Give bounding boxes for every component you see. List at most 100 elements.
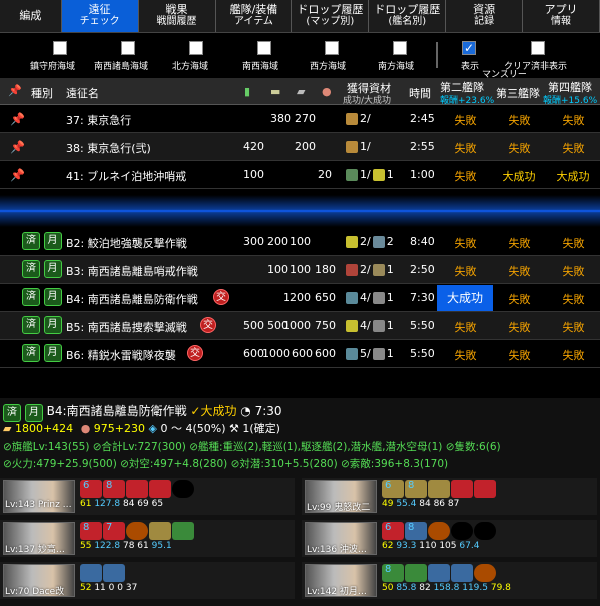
steel-value: 100 xyxy=(290,263,311,276)
equip-slots: 6 8 xyxy=(382,480,496,498)
table-row[interactable]: 済 月 B3: 南西諸島離島哨戒作戦 100 100 180 2/1 2:50 … xyxy=(0,256,600,284)
hammer-icon xyxy=(372,348,385,360)
ship-card[interactable]: Lv:137 妙高… 8 7 55 122.8 78 61 95.1 xyxy=(0,520,295,557)
filter-checkbox-nansei[interactable] xyxy=(121,41,135,55)
time-value: 2:55 xyxy=(410,140,435,153)
table-row[interactable]: 📌 41: ブルネイ泊地沖哨戒 100 20 1/1 1:00 失敗 大成功 大… xyxy=(0,161,600,189)
tab-fleet[interactable]: 編成 xyxy=(0,0,62,32)
filter-checkbox-nanpo[interactable] xyxy=(393,41,407,55)
equip-slot: 6 xyxy=(80,480,102,498)
tab-drop-map[interactable]: ドロップ履歴 (マップ別) xyxy=(292,0,370,32)
ship-card[interactable]: Lv:142 初月… 8 50 85.8 82 158.8 119.5 79.8 xyxy=(302,562,597,599)
tab-fleet-equipment[interactable]: 艦隊/装備 アイテム xyxy=(216,0,293,32)
steel-value: 270 xyxy=(295,112,316,125)
show-checkbox[interactable]: ✓ xyxy=(462,41,476,55)
table-row[interactable]: 済 月 B5: 南西諸島捜索撃滅戦 交 500 500 1000 750 4/1… xyxy=(0,312,600,340)
reward-value: 4/ xyxy=(360,319,371,332)
table-row[interactable]: 済 月 B6: 精鋭水雷戦隊夜襲 交 600 1000 600 600 5/1 … xyxy=(0,340,600,368)
bucket-icon xyxy=(346,236,358,248)
filter-label: 南西諸島海域 xyxy=(94,62,149,72)
fleet2-result: 大成功 xyxy=(437,285,493,311)
expedition-name: 37: 東京急行 xyxy=(66,114,132,127)
aa-value: 84 xyxy=(419,499,431,509)
fleet4-result: 失敗 xyxy=(562,321,585,334)
equip-slot xyxy=(126,522,148,540)
ship-level: Lv:143 Prinz … xyxy=(5,500,72,510)
tab-app-info[interactable]: アプリ 情報 xyxy=(523,0,600,32)
pin-icon[interactable]: 📌 xyxy=(10,112,25,126)
fleet2-result: 失敗 xyxy=(454,265,477,278)
firepower-value: 122.8 xyxy=(94,541,121,551)
bucket-icon xyxy=(346,169,358,181)
equip-slot xyxy=(428,480,450,498)
expedition-name: 38: 東京急行(弐) xyxy=(66,142,151,155)
table-row[interactable]: 済 月 B2: 鮫泊地強襲反撃作戦 300 200 100 2/2 8:40 失… xyxy=(0,228,600,256)
type-badge: 月 xyxy=(43,344,62,362)
filter-checkbox-chinjufu[interactable] xyxy=(53,41,67,55)
equip-slot xyxy=(474,522,496,540)
compass-icon: ◈ xyxy=(148,422,157,435)
steel-value: 200 xyxy=(295,140,316,153)
equip-slot: 6 xyxy=(382,522,404,540)
asw-value: 158.8 xyxy=(433,583,460,593)
bauxite-icon: ● xyxy=(322,85,332,98)
pin-icon: 📌 xyxy=(8,84,22,97)
section-separator xyxy=(0,195,600,227)
filter-label: 鎮守府海域 xyxy=(30,62,76,72)
tab-battle-history[interactable]: 戦果 戦闘履歴 xyxy=(139,0,216,32)
divider xyxy=(436,42,438,68)
pin-icon[interactable]: 📌 xyxy=(10,168,25,182)
filter-label: 南方海域 xyxy=(378,62,415,72)
compass-icon xyxy=(346,292,358,304)
equip-slot xyxy=(451,480,473,498)
equip-slot xyxy=(474,564,496,582)
time-value: 8:40 xyxy=(410,235,435,248)
col-name: 遠征名 xyxy=(66,87,99,100)
reward2-value: 1 xyxy=(386,168,394,181)
tab-expedition-check[interactable]: 遠征 チェック xyxy=(61,0,139,32)
reward2-value: 1 xyxy=(386,319,394,332)
ship-card[interactable]: Lv:143 Prinz … 6 8 61 127.8 84 69 65 xyxy=(0,478,295,515)
ship-card[interactable]: Lv:99 鬼怒改二 6 8 49 55.4 84 86 87 xyxy=(302,478,597,515)
table-row[interactable]: 📌 38: 東京急行(弐) 420 200 1/ 2:55 失敗 失敗 失敗 xyxy=(0,133,600,161)
filter-checkbox-hoppo[interactable] xyxy=(189,41,203,55)
equip-slot xyxy=(149,480,171,498)
reward-value: 2/ xyxy=(360,112,371,125)
equip-slot: 8 xyxy=(405,480,427,498)
box-icon xyxy=(346,141,358,153)
bauxite-value: 650 xyxy=(315,291,336,304)
box-icon xyxy=(346,113,358,125)
done-badge: 済 xyxy=(22,260,40,278)
equip-slots: 8 xyxy=(382,564,496,582)
tab-drop-ship[interactable]: ドロップ履歴 (艦名別) xyxy=(369,0,447,32)
hammer-icon xyxy=(372,320,385,332)
fleet4-result: 大成功 xyxy=(556,170,590,183)
expedition-name: B2: 鮫泊地強襲反撃作戦 xyxy=(66,237,187,250)
asw-value: 69 xyxy=(137,499,149,509)
equip-slot: 8 xyxy=(405,522,427,540)
pin-icon[interactable]: 📌 xyxy=(10,140,25,154)
clear-hide-checkbox[interactable] xyxy=(531,41,545,55)
equip-slot xyxy=(103,564,125,582)
clear-hide-label: クリア済非表示 xyxy=(504,62,568,72)
ship-card[interactable]: Lv:70 Dace改 52 11 0 0 37 xyxy=(0,562,295,599)
detail-bauxite: 975+230 xyxy=(93,422,146,435)
box-icon xyxy=(372,264,385,276)
fleet3-result: 失敗 xyxy=(508,293,531,306)
exchange-badge: 交 xyxy=(200,317,216,333)
filter-checkbox-nanseikai[interactable] xyxy=(257,41,271,55)
aa-value: 0 xyxy=(108,583,115,593)
tab-resources[interactable]: 資源 記録 xyxy=(446,0,524,32)
clock-icon: ◔ xyxy=(240,404,251,418)
hammer-icon: ⚒ xyxy=(229,422,239,435)
time-value: 2:50 xyxy=(410,263,435,276)
table-row[interactable]: 済 月 B4: 南西諸島離島防衛作戦 交 1200 650 4/1 7:30 大… xyxy=(0,284,600,312)
table-row[interactable]: 📌 37: 東京急行 380 270 2/ 2:45 失敗 失敗 失敗 xyxy=(0,105,600,133)
bauxite-value: 180 xyxy=(315,263,336,276)
expedition-name: 41: ブルネイ泊地沖哨戒 xyxy=(66,170,187,183)
los-value: 37 xyxy=(125,583,138,593)
filter-checkbox-seiho[interactable] xyxy=(325,41,339,55)
equip-slots: 6 8 xyxy=(80,480,194,498)
ship-card[interactable]: Lv:136 沖波… 6 8 62 93.3 110 105 67.4 xyxy=(302,520,597,557)
filter-label: 南西海域 xyxy=(242,62,279,72)
